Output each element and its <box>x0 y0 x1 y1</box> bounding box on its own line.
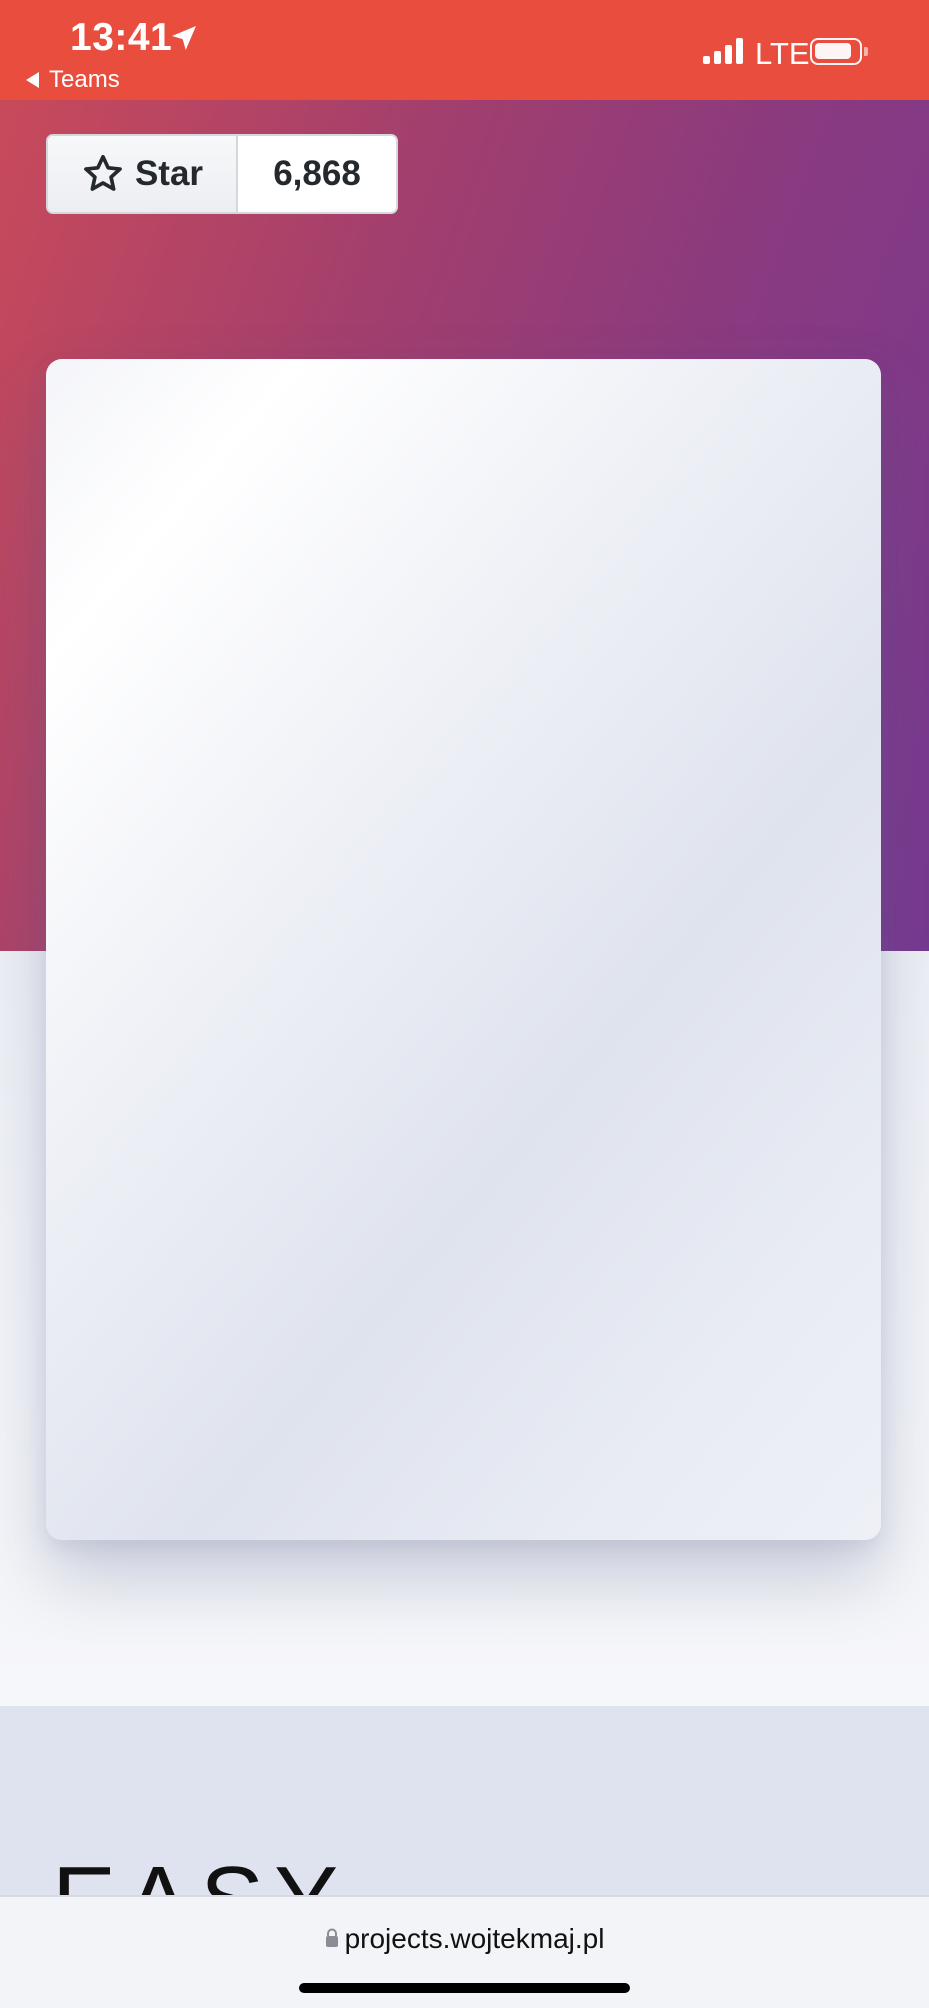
easy-section: EASY <box>0 1706 929 1896</box>
star-icon <box>84 154 122 191</box>
star-count[interactable]: 6,868 <box>238 136 396 212</box>
browser-address-bar[interactable]: projects.wojtekmaj.pl <box>0 1895 929 2008</box>
back-triangle-icon <box>26 72 39 88</box>
back-app-label: Teams <box>49 66 120 93</box>
status-bar: 13:41 Teams LTE <box>0 0 929 100</box>
back-to-app-link[interactable]: Teams <box>26 66 120 94</box>
cellular-signal-icon <box>703 38 743 64</box>
preview-card <box>46 359 881 1540</box>
url-display[interactable]: projects.wojtekmaj.pl <box>0 1923 929 1955</box>
status-time: 13:41 <box>70 16 173 59</box>
github-star-widget: Star 6,868 <box>46 134 398 214</box>
url-text: projects.wojtekmaj.pl <box>344 1923 605 1954</box>
star-button-label: Star <box>134 154 204 193</box>
battery-icon <box>810 38 868 65</box>
easy-heading: EASY <box>52 1846 348 1896</box>
lock-icon <box>325 1928 338 1947</box>
location-arrow-icon <box>172 26 196 50</box>
network-type: LTE <box>755 36 810 71</box>
home-indicator[interactable] <box>299 1983 630 1993</box>
star-button[interactable]: Star <box>48 136 238 212</box>
